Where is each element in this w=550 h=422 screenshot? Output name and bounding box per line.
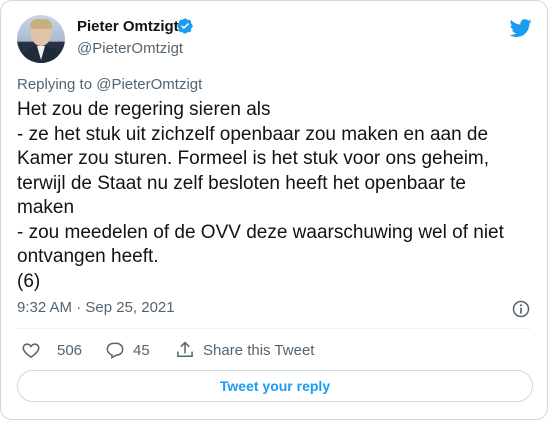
tweet-line: ontvangen heeft. [17,246,159,267]
author-name[interactable]: Pieter Omtzigt [77,18,179,35]
tweet-text: Het zou de regering sieren als - ze het … [17,98,537,294]
heart-icon [22,343,40,358]
share-label: Share this Tweet [203,341,315,359]
info-icon[interactable] [511,299,531,319]
like-count: 506 [57,341,83,359]
avatar[interactable] [17,15,65,63]
share-icon [177,341,193,357]
author-handle[interactable]: @PieterOmtzigt [77,40,183,57]
tweet-card: Pieter Omtzigt @PieterOmtzigt Replying t… [0,0,548,420]
replying-to: Replying to @PieterOmtzigt [17,76,202,93]
like-button[interactable]: 506 [21,340,82,360]
twitter-bird-icon[interactable] [509,17,533,39]
tweet-your-reply-button[interactable]: Tweet your reply [17,370,533,402]
reply-button[interactable]: 45 [105,340,150,360]
tweet-line: terwijl de Staat nu zelf besloten heeft … [17,172,466,194]
tweet-line: - zou meedelen of de OVV deze waarschuwi… [17,221,504,243]
share-button[interactable]: Share this Tweet [175,340,314,360]
replying-to-prefix: Replying to [17,76,97,93]
reply-icon [106,342,124,359]
divider [17,328,531,329]
tweet-line: Het zou de regering sieren als [17,99,271,120]
tweet-timestamp[interactable]: 9:32 AM · Sep 25, 2021 [17,299,175,316]
reply-count: 45 [133,341,150,359]
divider [1,363,547,364]
tweet-line: - ze het stuk uit zichzelf openbaar zou … [17,123,489,145]
replying-to-handle[interactable]: @PieterOmtzigt [96,76,202,93]
tweet-line: (6) [17,270,41,292]
verified-badge-icon [177,18,193,34]
tweet-line: Kamer zou sturen. Formeel is het stuk vo… [17,148,490,169]
tweet-line: maken [17,197,75,218]
